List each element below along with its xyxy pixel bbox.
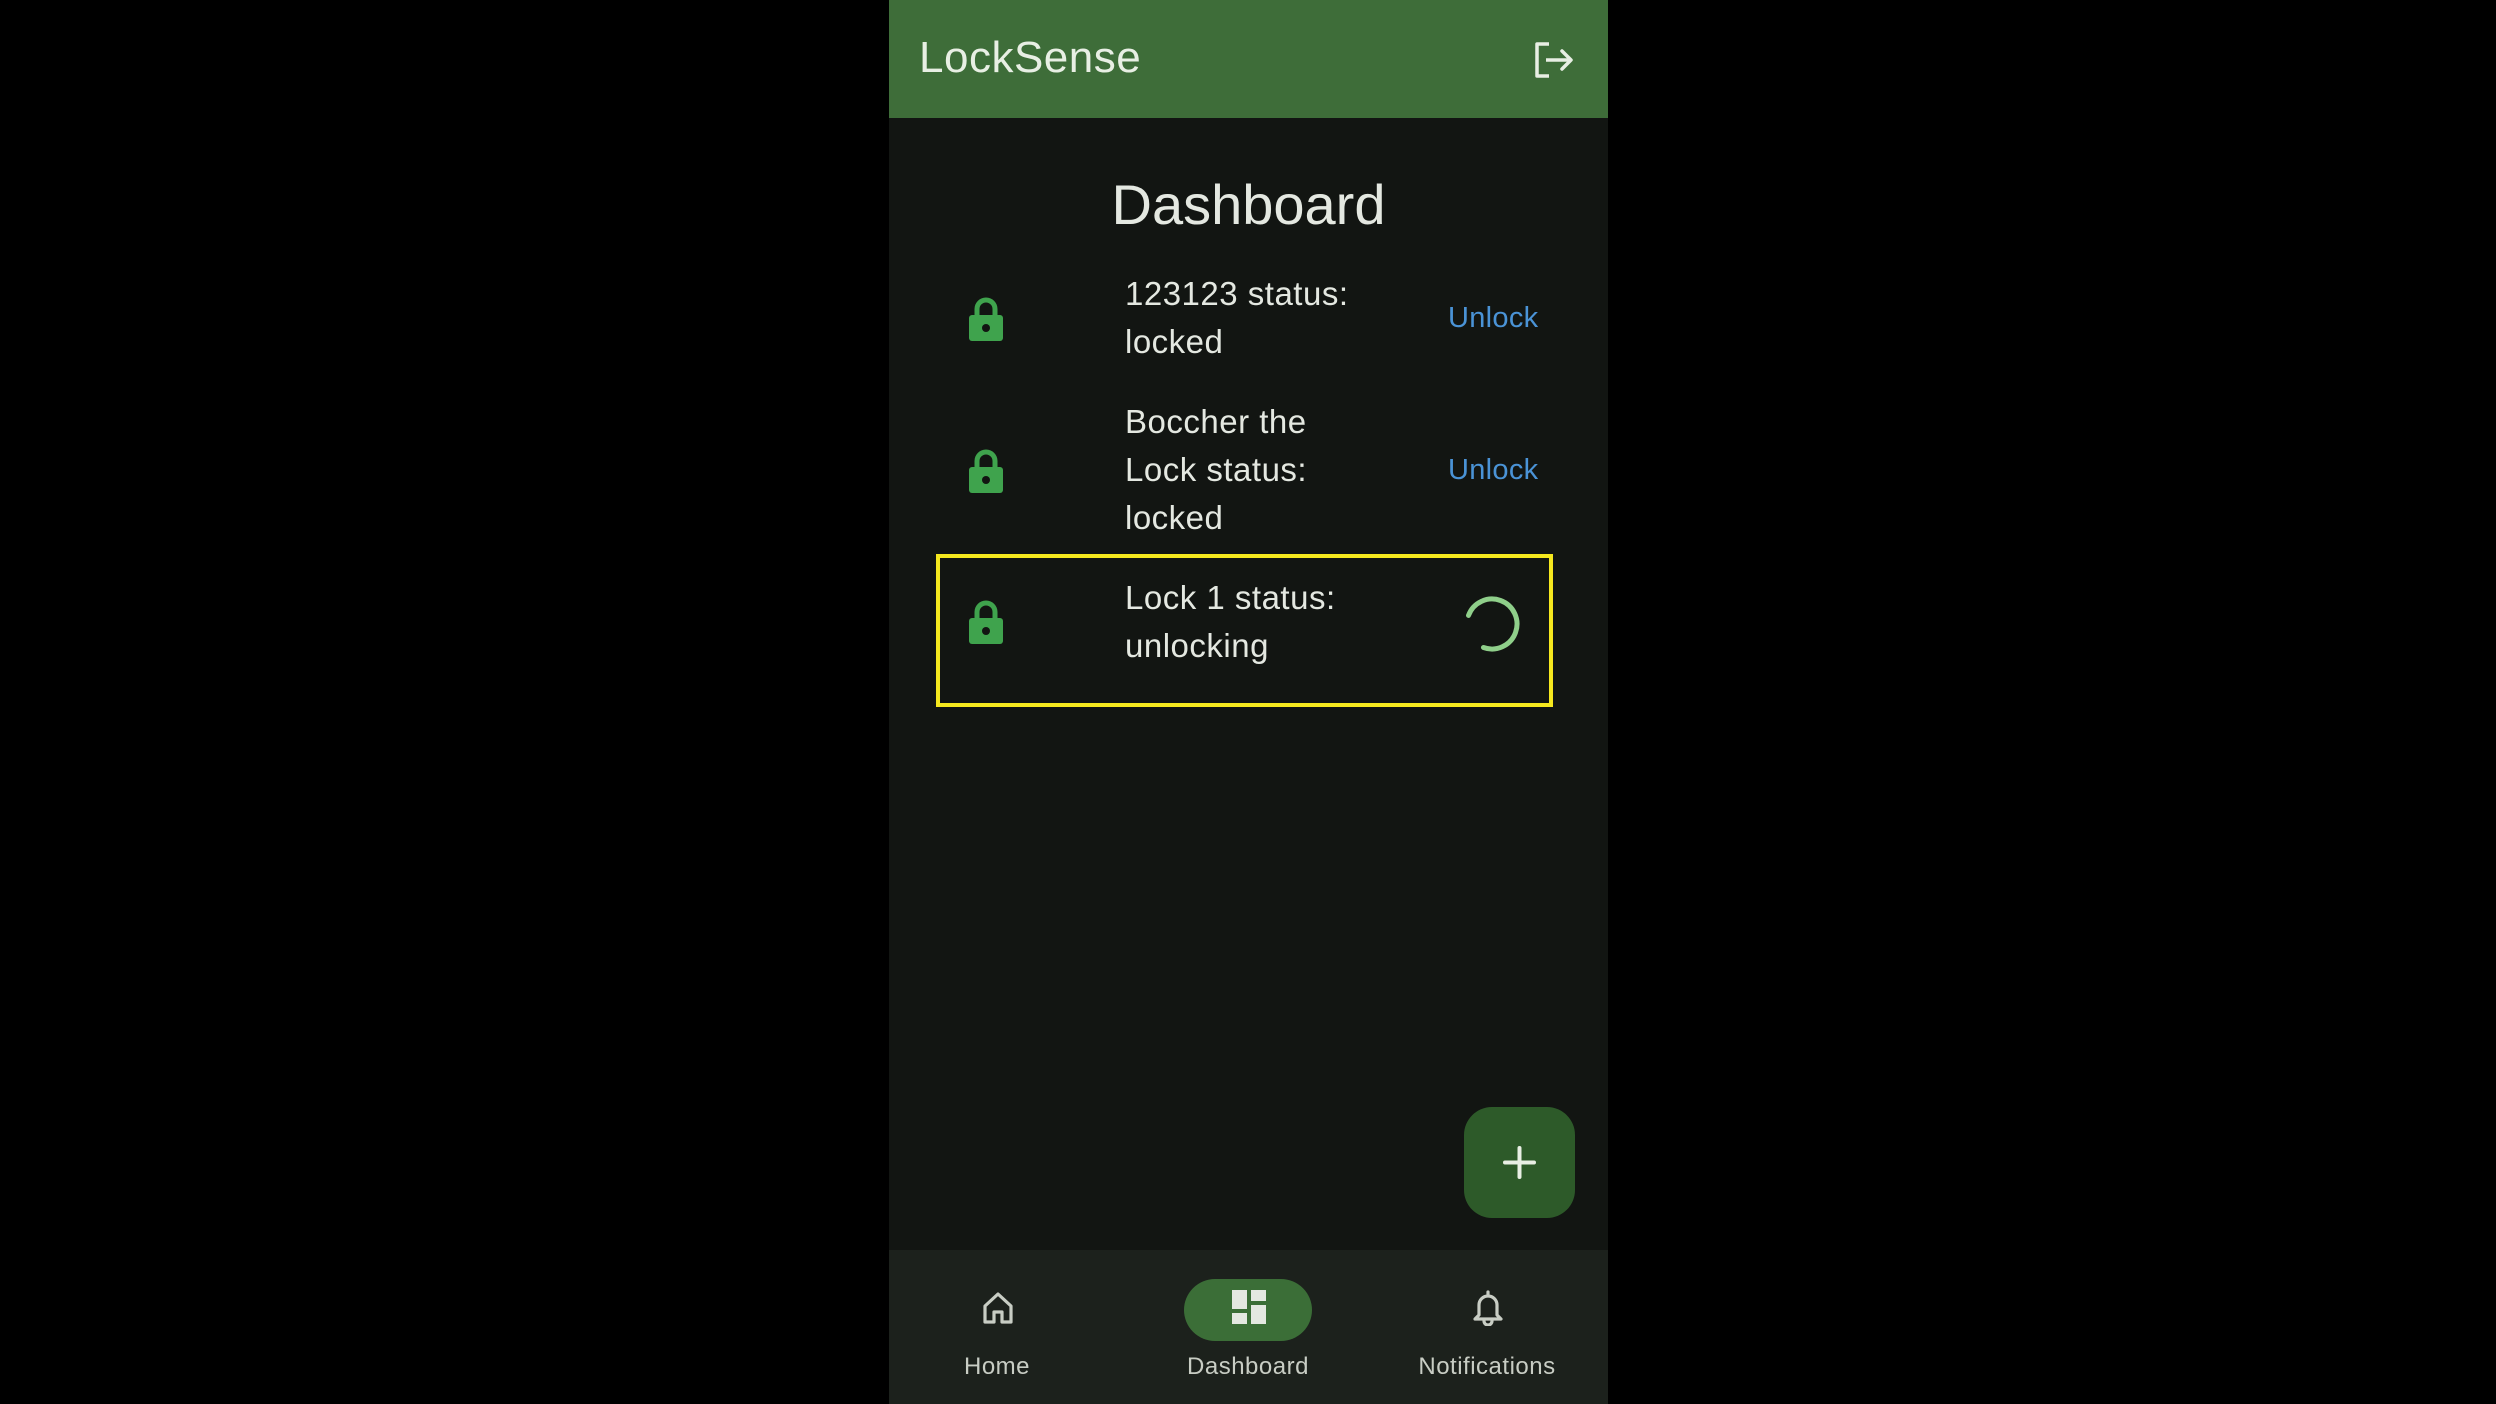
logout-button[interactable] [1529, 36, 1577, 84]
nav-item-home[interactable]: Home [897, 1250, 1097, 1404]
logout-icon [1535, 42, 1573, 78]
nav-label-home: Home [963, 1353, 1031, 1380]
lock-icon [969, 449, 1003, 493]
page-title: Dashboard [1111, 173, 1386, 236]
dashboard-icon [1232, 1290, 1266, 1324]
plus-icon [1503, 1146, 1536, 1179]
nav-item-dashboard[interactable]: Dashboard [1148, 1250, 1348, 1404]
lock-item: Boccher the Lock status: locked Unlock [934, 398, 1538, 548]
app-title: LockSense [919, 33, 1142, 82]
lock-item: 123123 status: locked Unlock [934, 270, 1538, 370]
bell-icon [1473, 1290, 1503, 1326]
lock-status-text: Boccher the Lock status: locked [1125, 403, 1308, 536]
nav-item-notifications[interactable]: Notifications [1387, 1250, 1587, 1404]
add-lock-button[interactable] [1464, 1107, 1575, 1218]
home-icon [983, 1292, 1013, 1324]
app-bar: LockSense [889, 0, 1608, 118]
nav-label-dashboard: Dashboard [1187, 1353, 1309, 1380]
bottom-navigation: Home Dashboard Notifications [889, 1250, 1608, 1404]
highlight-box [936, 554, 1553, 707]
unlock-button[interactable]: Unlock [1448, 454, 1538, 487]
unlock-button[interactable]: Unlock [1448, 302, 1538, 335]
lock-icon [969, 297, 1003, 341]
lock-status-text: 123123 status: locked [1125, 275, 1349, 360]
nav-label-notifications: Notifications [1418, 1353, 1556, 1380]
